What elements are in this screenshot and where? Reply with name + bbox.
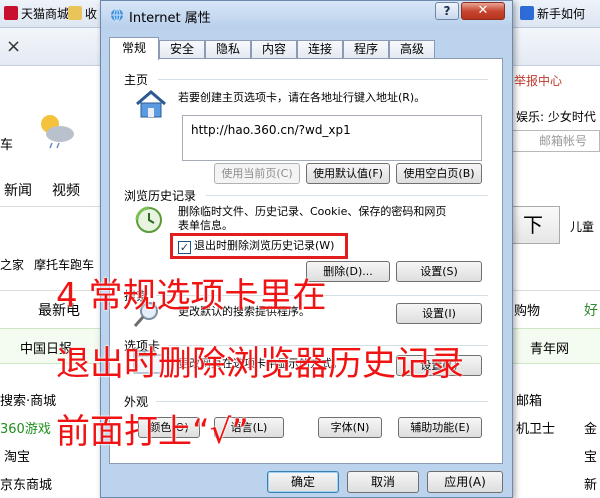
dialog-titlebar[interactable]: Internet 属性 ? ✕ xyxy=(101,1,512,29)
mail-account-input[interactable]: 邮箱帐号 xyxy=(510,130,600,152)
link-gold[interactable]: 金 xyxy=(584,418,597,437)
favorite-item-tmall[interactable]: 天猫商城 xyxy=(4,5,69,23)
history-section-title: 浏览历史记录 xyxy=(124,189,197,203)
ie-globe-icon xyxy=(111,8,123,22)
link-taobao[interactable]: 淘宝 xyxy=(4,446,30,465)
section-divider xyxy=(156,401,488,402)
link-search-mall[interactable]: 搜索·商城 xyxy=(0,390,56,409)
link-youth[interactable]: 青年网 xyxy=(530,338,569,357)
home-icon xyxy=(136,90,166,118)
ok-button[interactable]: 确定 xyxy=(267,471,339,493)
link-good[interactable]: 好 xyxy=(584,300,598,320)
history-clock-icon xyxy=(135,206,162,233)
cancel-button[interactable]: 取消 xyxy=(347,471,419,493)
section-divider xyxy=(158,79,488,80)
next-button[interactable]: 下 xyxy=(506,206,560,244)
annotation-line-1: 4 常规选项卡里在 xyxy=(56,276,327,316)
tab-security[interactable]: 安全 xyxy=(159,40,205,59)
history-description-line1: 删除临时文件、历史记录、Cookie、保存的密码和网页 xyxy=(178,205,447,218)
favorite-item-newbie[interactable]: 新手如何 xyxy=(520,5,585,23)
fonts-button[interactable]: 字体(N) xyxy=(318,417,382,438)
link-entertainment[interactable]: 娱乐: 少女时代 xyxy=(516,108,596,125)
link-kids[interactable]: 儿童 xyxy=(570,218,594,235)
link-shopping[interactable]: 购物 xyxy=(514,300,540,319)
homepage-section-title: 主页 xyxy=(124,73,149,87)
link-home[interactable]: 之家 xyxy=(0,256,24,273)
divider xyxy=(0,206,100,207)
use-current-button[interactable]: 使用当前页(C) xyxy=(214,163,300,184)
tab-content[interactable]: 内容 xyxy=(251,40,297,59)
tmall-icon xyxy=(4,6,18,20)
section-divider xyxy=(206,195,488,196)
link-car[interactable]: 车 xyxy=(0,134,13,153)
use-blank-button[interactable]: 使用空白页(B) xyxy=(396,163,482,184)
link-report-center[interactable]: 举报中心 xyxy=(514,72,562,89)
tab-advanced[interactable]: 高级 xyxy=(389,40,435,59)
link-jd[interactable]: 京东商城 xyxy=(0,474,52,493)
apply-button[interactable]: 应用(A) xyxy=(427,471,503,493)
tab-privacy[interactable]: 隐私 xyxy=(205,40,251,59)
link-bao[interactable]: 宝 xyxy=(584,446,597,465)
help-button[interactable]: ? xyxy=(435,2,459,20)
weather-icon xyxy=(41,115,74,149)
homepage-url-textarea[interactable]: http://hao.360.cn/?wd_xp1 xyxy=(182,115,482,161)
paw-icon xyxy=(520,6,534,20)
accessibility-button[interactable]: 辅助功能(E) xyxy=(398,417,482,438)
nav-video[interactable]: 视频 xyxy=(52,180,80,200)
highlight-box xyxy=(170,233,348,259)
annotation-line-2: 退出时删除浏览器历史记录 xyxy=(56,344,464,384)
tab-general[interactable]: 常规 xyxy=(109,37,159,60)
tab-connections[interactable]: 连接 xyxy=(297,40,343,59)
dialog-title: Internet 属性 xyxy=(129,11,211,26)
nav-news[interactable]: 新闻 xyxy=(4,180,32,200)
link-mailbox[interactable]: 邮箱 xyxy=(516,390,542,409)
annotation-line-3: 前面打上“√” xyxy=(56,412,249,452)
link-mobile-guard[interactable]: 机卫士 xyxy=(516,418,555,437)
search-settings-button[interactable]: 设置(I) xyxy=(396,303,482,324)
use-default-button[interactable]: 使用默认值(F) xyxy=(306,163,390,184)
history-description-line2: 表单信息。 xyxy=(178,219,233,232)
homepage-description: 若要创建主页选项卡，请在各地址行键入地址(R)。 xyxy=(178,91,426,104)
close-button[interactable]: ✕ xyxy=(461,2,505,20)
folder-icon xyxy=(68,6,82,20)
link-new[interactable]: 新 xyxy=(584,474,597,493)
history-settings-button[interactable]: 设置(S) xyxy=(396,261,482,282)
favorite-item-folder[interactable]: 收 xyxy=(68,5,97,23)
tab-programs[interactable]: 程序 xyxy=(343,40,389,59)
link-360-games[interactable]: 360游戏 xyxy=(0,418,51,437)
close-tab-icon[interactable]: × xyxy=(6,36,21,57)
